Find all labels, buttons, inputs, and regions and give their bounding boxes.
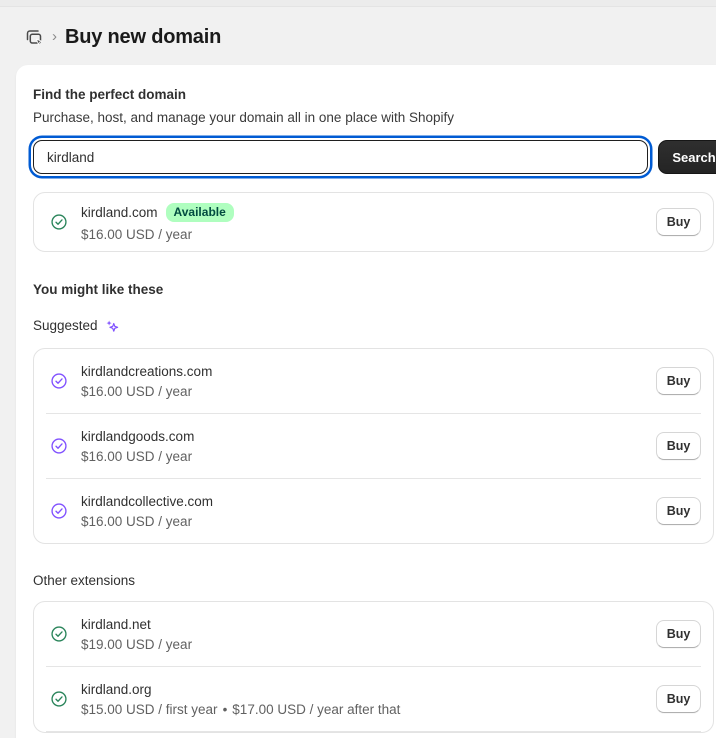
domain-result-row: kirdland.com Available $16.00 USD / year… (34, 193, 713, 251)
search-result-card: kirdland.com Available $16.00 USD / year… (33, 192, 714, 252)
check-circle-icon (50, 372, 68, 390)
available-badge: Available (165, 202, 234, 222)
suggested-domains-card: kirdlandcreations.com $16.00 USD / year … (33, 348, 714, 544)
buy-button[interactable]: Buy (656, 208, 701, 236)
magic-sparkle-icon (104, 318, 121, 335)
check-circle-icon (50, 625, 68, 643)
check-circle-icon (50, 437, 68, 455)
page-title: Buy new domain (65, 26, 222, 48)
buy-button[interactable]: Buy (656, 620, 701, 648)
domain-result-row: kirdlandcreations.com $16.00 USD / year … (34, 349, 713, 413)
domain-price: $16.00 USD / year (81, 448, 193, 464)
buy-button[interactable]: Buy (656, 685, 701, 713)
domain-name: kirdlandcollective.com (81, 493, 214, 509)
other-extensions-heading: Other extensions (33, 573, 136, 588)
find-domain-subheading: Purchase, host, and manage your domain a… (33, 110, 455, 125)
domain-result-row: kirdland.org $15.00 USD / first year • $17… (34, 667, 713, 731)
domain-price: $16.00 USD / year (81, 383, 193, 399)
domain-search-input[interactable] (33, 140, 648, 174)
suggested-label: Suggested (33, 316, 714, 336)
other-extensions-card: kirdland.net $19.00 USD / year Buy kirdl… (33, 601, 714, 733)
check-circle-icon (50, 690, 68, 708)
domain-price: $16.00 USD / year (81, 226, 193, 242)
top-edge-strip (0, 0, 716, 7)
price-bullet-separator: • (222, 701, 228, 717)
domain-price: $16.00 USD / year (81, 513, 193, 529)
domain-result-row: kirdlandgoods.com $16.00 USD / year Buy (34, 414, 713, 478)
page-header: › Buy new domain (0, 7, 716, 65)
domain-price: $19.00 USD / year (81, 636, 193, 652)
domain-name: kirdland.net (81, 616, 151, 632)
find-domain-heading: Find the perfect domain (33, 87, 187, 102)
domain-result-row: kirdland.net $19.00 USD / year Buy (34, 602, 713, 666)
suggested-text: Suggested (33, 318, 98, 333)
check-circle-icon (50, 502, 68, 520)
domain-price-first-year: $15.00 USD / first year (81, 701, 218, 717)
domains-icon[interactable] (24, 27, 44, 47)
domain-result-row: kirdlandcollective.com $16.00 USD / year… (34, 479, 713, 543)
you-might-like-heading: You might like these (33, 282, 164, 297)
domain-name: kirdlandgoods.com (81, 428, 195, 444)
search-button[interactable]: Search (658, 140, 716, 174)
row-divider (46, 731, 701, 732)
domain-price-after: $17.00 USD / year after that (232, 701, 401, 717)
main-card: Find the perfect domain Purchase, host, … (16, 65, 716, 738)
buy-button[interactable]: Buy (656, 367, 701, 395)
buy-button[interactable]: Buy (656, 432, 701, 460)
buy-button[interactable]: Buy (656, 497, 701, 525)
domain-name: kirdlandcreations.com (81, 363, 213, 379)
check-circle-icon (50, 213, 68, 231)
domain-search-row: Search (33, 140, 716, 174)
domain-name: kirdland.org (81, 681, 152, 697)
breadcrumb-chevron-icon: › (52, 28, 57, 45)
domain-name: kirdland.com (81, 204, 158, 220)
